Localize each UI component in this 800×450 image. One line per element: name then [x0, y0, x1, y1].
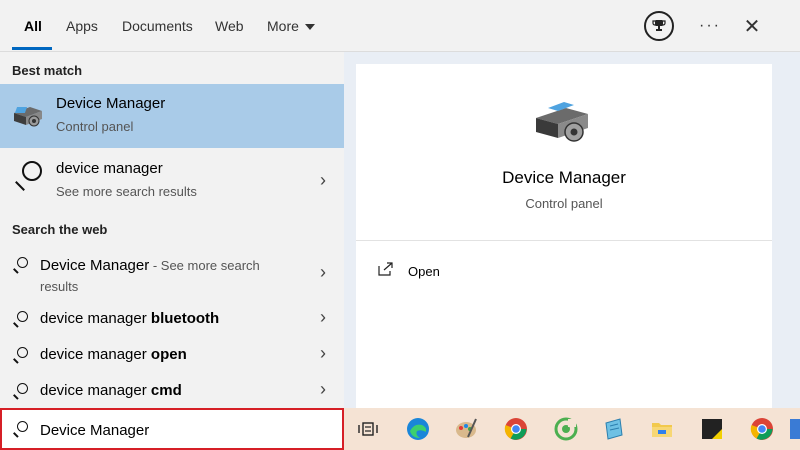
web-result-item[interactable]: device manager cmd › [0, 374, 344, 408]
tab-more[interactable]: More [267, 18, 315, 34]
open-action[interactable]: Open [378, 260, 538, 284]
chevron-right-icon: › [320, 379, 326, 399]
web-result-text: device manager [40, 346, 151, 363]
web-result-item[interactable]: device manager bluetooth › [0, 302, 344, 336]
web-result-line2: results [40, 279, 79, 294]
web-result-suffix: - See more search [149, 258, 260, 273]
web-result-text: Device Manager [40, 257, 150, 274]
tab-web[interactable]: Web [215, 18, 244, 34]
sticky-notes-icon[interactable] [700, 417, 724, 441]
chevron-right-icon: › [320, 307, 326, 327]
search-box [0, 408, 344, 450]
more-options-button[interactable]: ··· [694, 10, 726, 42]
search-icon [10, 159, 46, 195]
tab-documents[interactable]: Documents [122, 18, 193, 34]
device-manager-icon [12, 99, 44, 131]
more-options-icon: ··· [699, 17, 721, 34]
web-result-item[interactable]: Device Manager - See more search results… [0, 248, 344, 296]
best-match-item[interactable]: Device Manager Control panel [0, 84, 344, 148]
search-icon [12, 256, 30, 274]
taskbar [344, 408, 800, 450]
app-icon[interactable] [554, 417, 578, 441]
device-manager-icon [532, 96, 592, 146]
chrome-icon-2[interactable] [750, 417, 774, 441]
close-button[interactable]: ✕ [736, 10, 768, 42]
search-web-header: Search the web [12, 222, 108, 237]
preview-subtitle: Control panel [525, 196, 603, 211]
tab-all[interactable]: All [24, 18, 42, 34]
search-icon [12, 346, 30, 364]
chrome-icon[interactable] [504, 417, 528, 441]
suggestion-title: device manager [56, 160, 163, 177]
suggestion-subtitle: See more search results [56, 184, 197, 199]
notepad-icon[interactable] [602, 417, 626, 441]
web-result-text: device manager [40, 382, 151, 399]
web-result-bold: open [150, 346, 187, 363]
trophy-icon [644, 11, 674, 41]
close-icon: ✕ [743, 15, 761, 38]
trophy-button[interactable] [643, 10, 675, 42]
search-icon [12, 420, 30, 438]
active-tab-indicator [12, 47, 52, 50]
app-icon-2[interactable] [790, 417, 800, 441]
preview-pane: Device Manager Control panel Open [356, 64, 772, 408]
web-result-text: device manager [40, 310, 151, 327]
search-icon [12, 310, 30, 328]
tab-apps[interactable]: Apps [66, 18, 98, 34]
best-match-subtitle: Control panel [56, 119, 134, 134]
edge-icon[interactable] [406, 417, 430, 441]
file-explorer-icon[interactable] [650, 417, 674, 441]
search-input[interactable] [40, 420, 320, 440]
search-suggestion-item[interactable]: device manager See more search results › [0, 149, 344, 211]
preview-title: Device Manager [502, 168, 626, 187]
chevron-right-icon: › [320, 262, 326, 282]
search-tabs-bar: All Apps Documents Web More ··· ✕ [0, 0, 800, 52]
best-match-title: Device Manager [56, 95, 166, 112]
open-icon [378, 262, 394, 276]
chevron-right-icon: › [320, 170, 326, 190]
paint-icon[interactable] [454, 417, 478, 441]
tab-more-label: More [267, 18, 299, 34]
web-result-bold: cmd [150, 382, 182, 399]
web-result-bold: bluetooth [150, 310, 220, 327]
task-view-icon[interactable] [356, 417, 380, 441]
open-label: Open [408, 264, 440, 279]
chevron-right-icon: › [320, 343, 326, 363]
web-result-item[interactable]: device manager open › [0, 338, 344, 372]
chevron-down-icon [304, 24, 315, 30]
results-panel: Best match Device Manager Control panel … [0, 52, 344, 408]
search-icon [12, 382, 30, 400]
best-match-header: Best match [12, 63, 83, 78]
divider [356, 240, 772, 241]
